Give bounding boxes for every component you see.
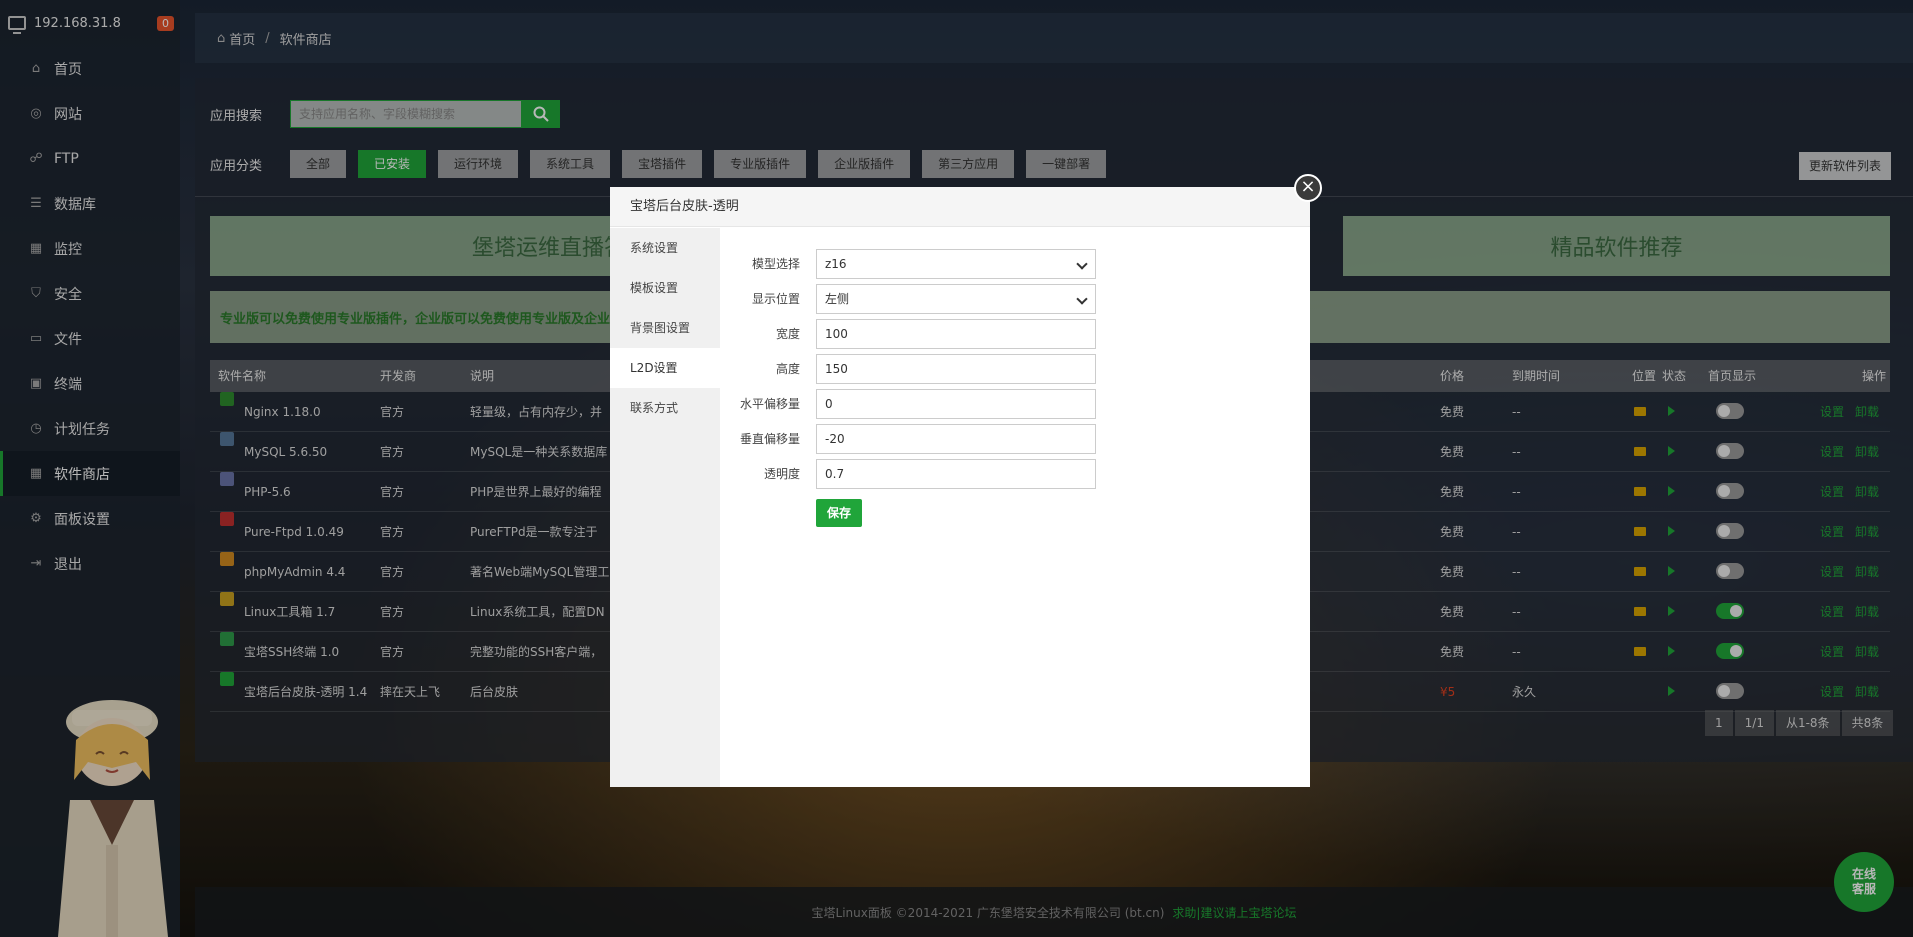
save-button[interactable]: 保存 bbox=[816, 499, 862, 527]
modal-menu-item-1[interactable]: 模板设置 bbox=[610, 268, 720, 308]
form-row: 水平偏移量 0 bbox=[720, 386, 1310, 421]
field-label: 宽度 bbox=[775, 327, 800, 341]
l2d-settings-form: 模型选择 z16 显示位置 左侧 宽度 100 高度 150 水平偏移量 0 垂直偏移量 -20 透明度… bbox=[720, 228, 1310, 787]
field-input[interactable]: 0 bbox=[816, 388, 1096, 419]
form-row: 模型选择 z16 bbox=[720, 246, 1310, 281]
modal-menu-item-2[interactable]: 背景图设置 bbox=[610, 308, 720, 348]
modal-menu-item-4[interactable]: 联系方式 bbox=[610, 388, 720, 428]
field-input[interactable]: 100 bbox=[816, 318, 1096, 349]
field-label: 透明度 bbox=[763, 467, 800, 481]
field-label: 显示位置 bbox=[751, 292, 800, 306]
field-label: 高度 bbox=[775, 362, 800, 376]
form-row: 宽度 100 bbox=[720, 316, 1310, 351]
modal-menu-item-0[interactable]: 系统设置 bbox=[610, 228, 720, 268]
modal-menu: 系统设置 模板设置 背景图设置 L2D设置 联系方式 bbox=[610, 228, 720, 787]
field-input[interactable]: 150 bbox=[816, 353, 1096, 384]
field-label: 水平偏移量 bbox=[739, 397, 800, 411]
field-select[interactable]: z16 bbox=[816, 248, 1096, 279]
modal-title: 宝塔后台皮肤-透明 bbox=[610, 187, 1310, 227]
form-row: 高度 150 bbox=[720, 351, 1310, 386]
modal-menu-item-3[interactable]: L2D设置 bbox=[610, 348, 720, 388]
field-input[interactable]: -20 bbox=[816, 423, 1096, 454]
form-row: 显示位置 左侧 bbox=[720, 281, 1310, 316]
close-modal-button[interactable]: × bbox=[1294, 174, 1322, 202]
field-label: 模型选择 bbox=[751, 257, 800, 271]
skin-settings-modal: 宝塔后台皮肤-透明 系统设置 模板设置 背景图设置 L2D设置 联系方式 模型选择 z16… bbox=[610, 187, 1310, 787]
field-label: 垂直偏移量 bbox=[739, 432, 800, 446]
close-icon: × bbox=[1300, 176, 1316, 197]
form-row: 垂直偏移量 -20 bbox=[720, 421, 1310, 456]
field-select[interactable]: 左侧 bbox=[816, 283, 1096, 314]
form-row: 透明度 0.7 bbox=[720, 456, 1310, 491]
field-input[interactable]: 0.7 bbox=[816, 458, 1096, 489]
